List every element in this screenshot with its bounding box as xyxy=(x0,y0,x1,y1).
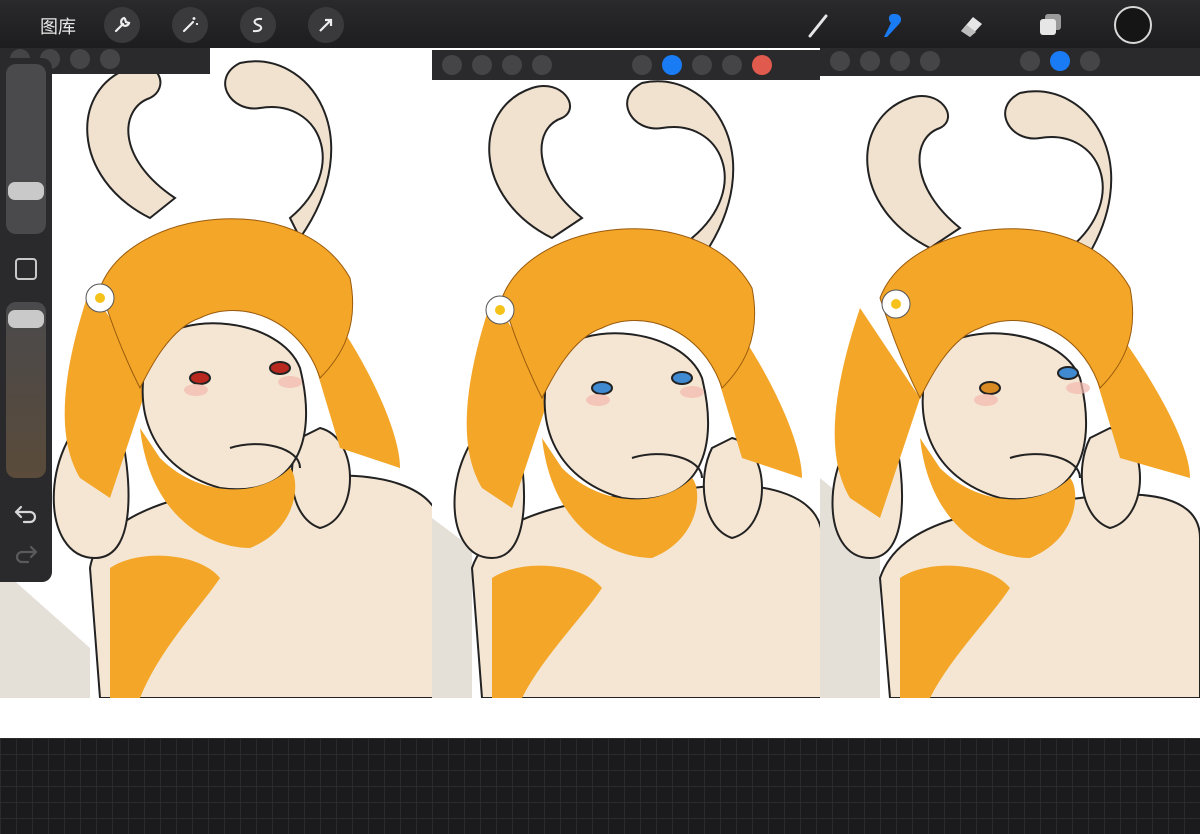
mini-toolbar-2 xyxy=(432,50,822,80)
brush-icon[interactable] xyxy=(800,6,838,44)
opacity-thumb[interactable] xyxy=(8,310,44,328)
color-picker-button[interactable] xyxy=(1114,6,1152,44)
magic-wand-icon[interactable] xyxy=(172,7,208,43)
wrench-icon[interactable] xyxy=(104,7,140,43)
character-illustration-2 xyxy=(432,48,822,698)
modify-button[interactable] xyxy=(15,258,37,280)
opacity-slider[interactable] xyxy=(6,302,46,478)
artwork-panel-2 xyxy=(432,48,822,698)
brush-size-slider[interactable] xyxy=(6,64,46,234)
redo-icon[interactable] xyxy=(12,542,40,566)
top-toolbar: 图库 xyxy=(0,0,1200,48)
selection-s-icon[interactable] xyxy=(240,7,276,43)
artwork-panel-1 xyxy=(0,48,440,698)
eraser-icon[interactable] xyxy=(952,6,990,44)
arrow-transform-icon[interactable] xyxy=(308,7,344,43)
brush-size-thumb[interactable] xyxy=(8,182,44,200)
drawing-canvas[interactable] xyxy=(0,48,1200,738)
workspace-background xyxy=(0,738,1200,834)
undo-icon[interactable] xyxy=(12,502,40,526)
artwork-panel-3 xyxy=(820,48,1200,698)
character-illustration-3 xyxy=(820,48,1200,698)
smudge-icon[interactable] xyxy=(872,6,910,44)
gallery-button[interactable]: 图库 xyxy=(40,13,76,39)
mini-toolbar-3 xyxy=(820,48,1200,76)
left-sidebar xyxy=(0,58,52,582)
layers-icon[interactable] xyxy=(1032,6,1070,44)
character-illustration-1 xyxy=(0,48,440,698)
